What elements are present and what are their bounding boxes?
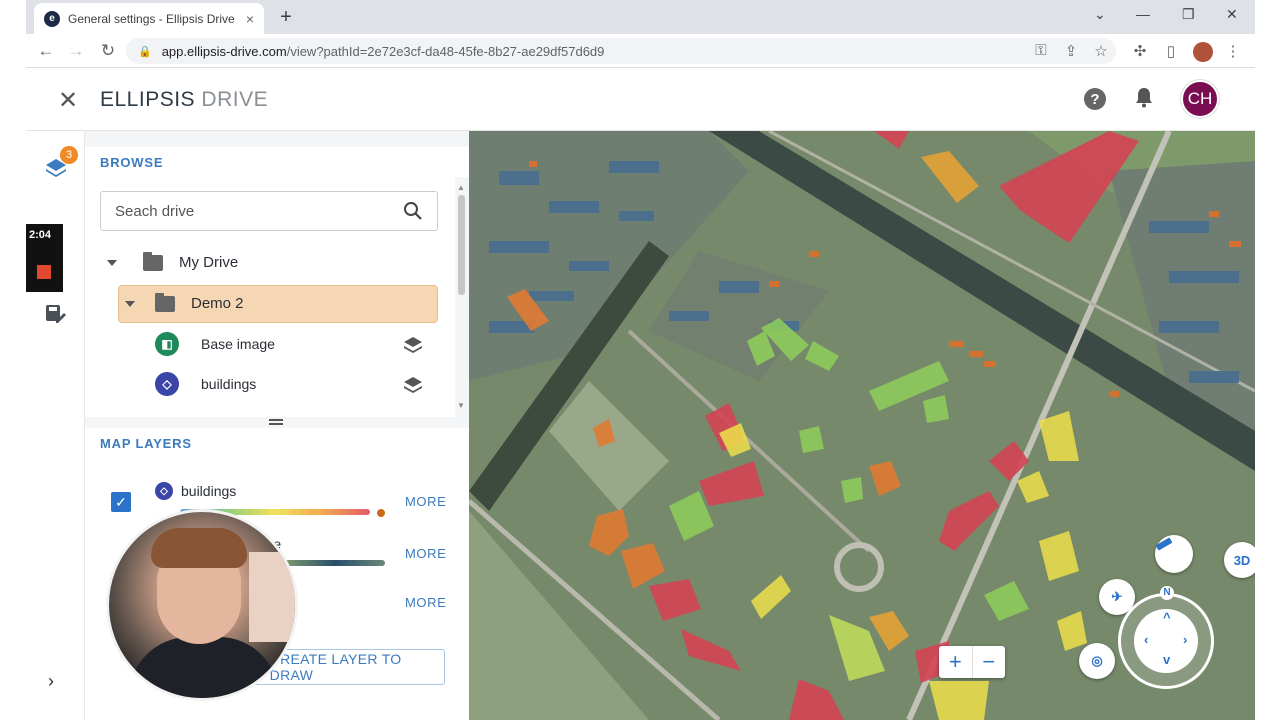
panel-resize-handle[interactable] <box>269 419 283 425</box>
scroll-down-arrow-icon[interactable]: ▼ <box>457 401 465 410</box>
vector-layer-icon: ◇ <box>155 482 173 500</box>
search-input[interactable]: Seach drive <box>100 191 438 231</box>
collapse-caret-icon[interactable] <box>125 300 135 307</box>
close-window-button[interactable]: ✕ <box>1226 6 1238 23</box>
collapse-caret-icon[interactable] <box>107 259 117 266</box>
style-color-dot <box>377 509 385 517</box>
more-button[interactable]: MORE <box>405 546 446 561</box>
map-layers-title: MAP LAYERS <box>100 436 192 451</box>
tree-item-demo-2[interactable]: Demo 2 <box>125 292 244 312</box>
maximize-button[interactable]: ❐ <box>1182 6 1195 23</box>
tree-item-label: My Drive <box>179 254 239 271</box>
pan-up-icon[interactable]: ^ <box>1163 610 1171 625</box>
menu-kebab-icon[interactable]: ⋮ <box>1224 42 1242 60</box>
tree-item-label: Base image <box>201 336 275 352</box>
side-panel: BROWSE Seach drive My Drive Demo 2 ◧ Bas… <box>85 131 469 720</box>
recording-timer: 2:04 <box>29 229 52 241</box>
pan-right-icon[interactable]: › <box>1183 632 1187 647</box>
my-location-icon[interactable]: ◎ <box>1079 643 1115 679</box>
search-placeholder: Seach drive <box>115 202 195 220</box>
drive-folder-icon <box>143 251 163 271</box>
stop-recording-icon[interactable] <box>37 265 51 279</box>
save-edit-icon[interactable] <box>44 303 66 331</box>
expand-chevron-icon[interactable]: › <box>48 671 54 692</box>
extensions-icon[interactable]: ✣ <box>1131 42 1149 60</box>
map-layers-header: MAP LAYERS <box>85 428 469 460</box>
vector-layer-icon: ◇ <box>155 372 179 396</box>
side-panel-icon[interactable]: ▯ <box>1162 42 1180 60</box>
layer-visibility-checkbox[interactable]: ✓ <box>111 492 131 512</box>
measure-ruler-icon[interactable] <box>1155 535 1193 573</box>
folder-icon <box>155 292 175 312</box>
bookmark-star-icon[interactable]: ☆ <box>1092 42 1110 60</box>
3d-toggle-button[interactable]: 3D <box>1224 542 1255 578</box>
zoom-controls: + − <box>939 646 1005 678</box>
tree-item-label: buildings <box>201 376 257 392</box>
tab-search-icon[interactable]: ⌄ <box>1094 6 1106 23</box>
left-rail: 3 2:04 › <box>26 131 85 720</box>
app-header: ✕ ELLIPSIS DRIVE ? CH <box>26 68 1255 131</box>
create-button-label: CREATE LAYER TO DRAW <box>269 651 402 683</box>
url-host: app.ellipsis-drive.com <box>161 43 287 59</box>
add-to-map-layers-icon[interactable] <box>403 336 423 354</box>
user-avatar[interactable]: CH <box>1181 80 1219 118</box>
browser-toolbar: ← → ↻ 🔒 app.ellipsis-drive.com /view?pat… <box>26 34 1255 68</box>
pan-left-icon[interactable]: ‹ <box>1144 632 1148 647</box>
more-button[interactable]: MORE <box>405 595 446 610</box>
address-bar[interactable]: 🔒 app.ellipsis-drive.com /view?pathId=2e… <box>126 38 1116 64</box>
ellipsis-drive-logo: ELLIPSIS DRIVE <box>100 88 268 112</box>
tab-close-icon[interactable]: × <box>246 11 254 27</box>
pan-down-icon[interactable]: v <box>1163 652 1170 667</box>
key-icon[interactable]: ⚿ <box>1032 42 1050 59</box>
search-icon[interactable] <box>403 201 423 221</box>
right-margin <box>1255 0 1280 720</box>
back-button[interactable]: ← <box>36 41 56 61</box>
lock-icon: 🔒 <box>138 45 152 58</box>
zoom-in-button[interactable]: + <box>939 646 973 678</box>
profile-avatar[interactable] <box>1193 42 1213 62</box>
add-to-map-layers-icon[interactable] <box>403 376 423 394</box>
scroll-up-arrow-icon[interactable]: ▲ <box>457 183 465 192</box>
zoom-out-button[interactable]: − <box>973 646 1006 678</box>
north-indicator: N <box>1160 586 1174 600</box>
more-button[interactable]: MORE <box>405 494 446 509</box>
map-layer-label: buildings <box>181 483 237 499</box>
webcam-shirt <box>129 637 279 698</box>
minimize-button[interactable]: — <box>1136 6 1150 22</box>
notifications-bell-icon[interactable] <box>1134 86 1154 114</box>
close-icon[interactable]: ✕ <box>58 86 78 115</box>
browse-header: BROWSE <box>85 147 469 177</box>
tab-bar: e General settings - Ellipsis Drive × + … <box>26 0 1255 34</box>
ellipsis-favicon-icon: e <box>44 10 60 27</box>
tree-item-buildings[interactable]: ◇ buildings <box>155 372 256 396</box>
raster-layer-icon: ◧ <box>155 332 179 356</box>
logo-main: ELLIPSIS <box>100 88 196 111</box>
share-icon[interactable]: ⇪ <box>1062 42 1080 60</box>
browser-window: e General settings - Ellipsis Drive × + … <box>26 0 1255 720</box>
new-tab-button[interactable]: + <box>276 6 296 29</box>
browse-title: BROWSE <box>100 155 164 170</box>
tree-item-my-drive[interactable]: My Drive <box>107 251 239 271</box>
navigation-compass[interactable]: N ^ ‹ › v <box>1118 586 1214 689</box>
webcam-background <box>249 552 295 642</box>
map-layer-buildings[interactable]: ◇ buildings <box>155 482 236 500</box>
webcam-overlay <box>106 509 298 701</box>
tree-item-label: Demo 2 <box>191 295 244 312</box>
tree-item-base-image[interactable]: ◧ Base image <box>155 332 275 356</box>
left-margin <box>0 0 26 720</box>
tab-title: General settings - Ellipsis Drive <box>68 11 235 26</box>
layers-count-badge: 3 <box>60 146 78 164</box>
webcam-hair <box>151 528 247 568</box>
forward-button[interactable]: → <box>66 41 86 61</box>
browse-scrollbar-thumb[interactable] <box>458 195 465 295</box>
help-icon[interactable]: ? <box>1084 88 1106 110</box>
map-view[interactable]: 3D ✈ ◎ + − N ^ ‹ › v <box>469 131 1255 720</box>
recording-widget[interactable]: 2:04 <box>26 224 63 292</box>
reload-button[interactable]: ↻ <box>98 41 118 61</box>
url-path: /view?pathId=2e72e3cf-da48-45fe-8b27-ae2… <box>286 43 605 59</box>
logo-sub: DRIVE <box>195 88 269 111</box>
tab-general-settings[interactable]: e General settings - Ellipsis Drive × <box>34 3 264 34</box>
browse-body: Seach drive My Drive Demo 2 ◧ Base image <box>85 177 455 417</box>
